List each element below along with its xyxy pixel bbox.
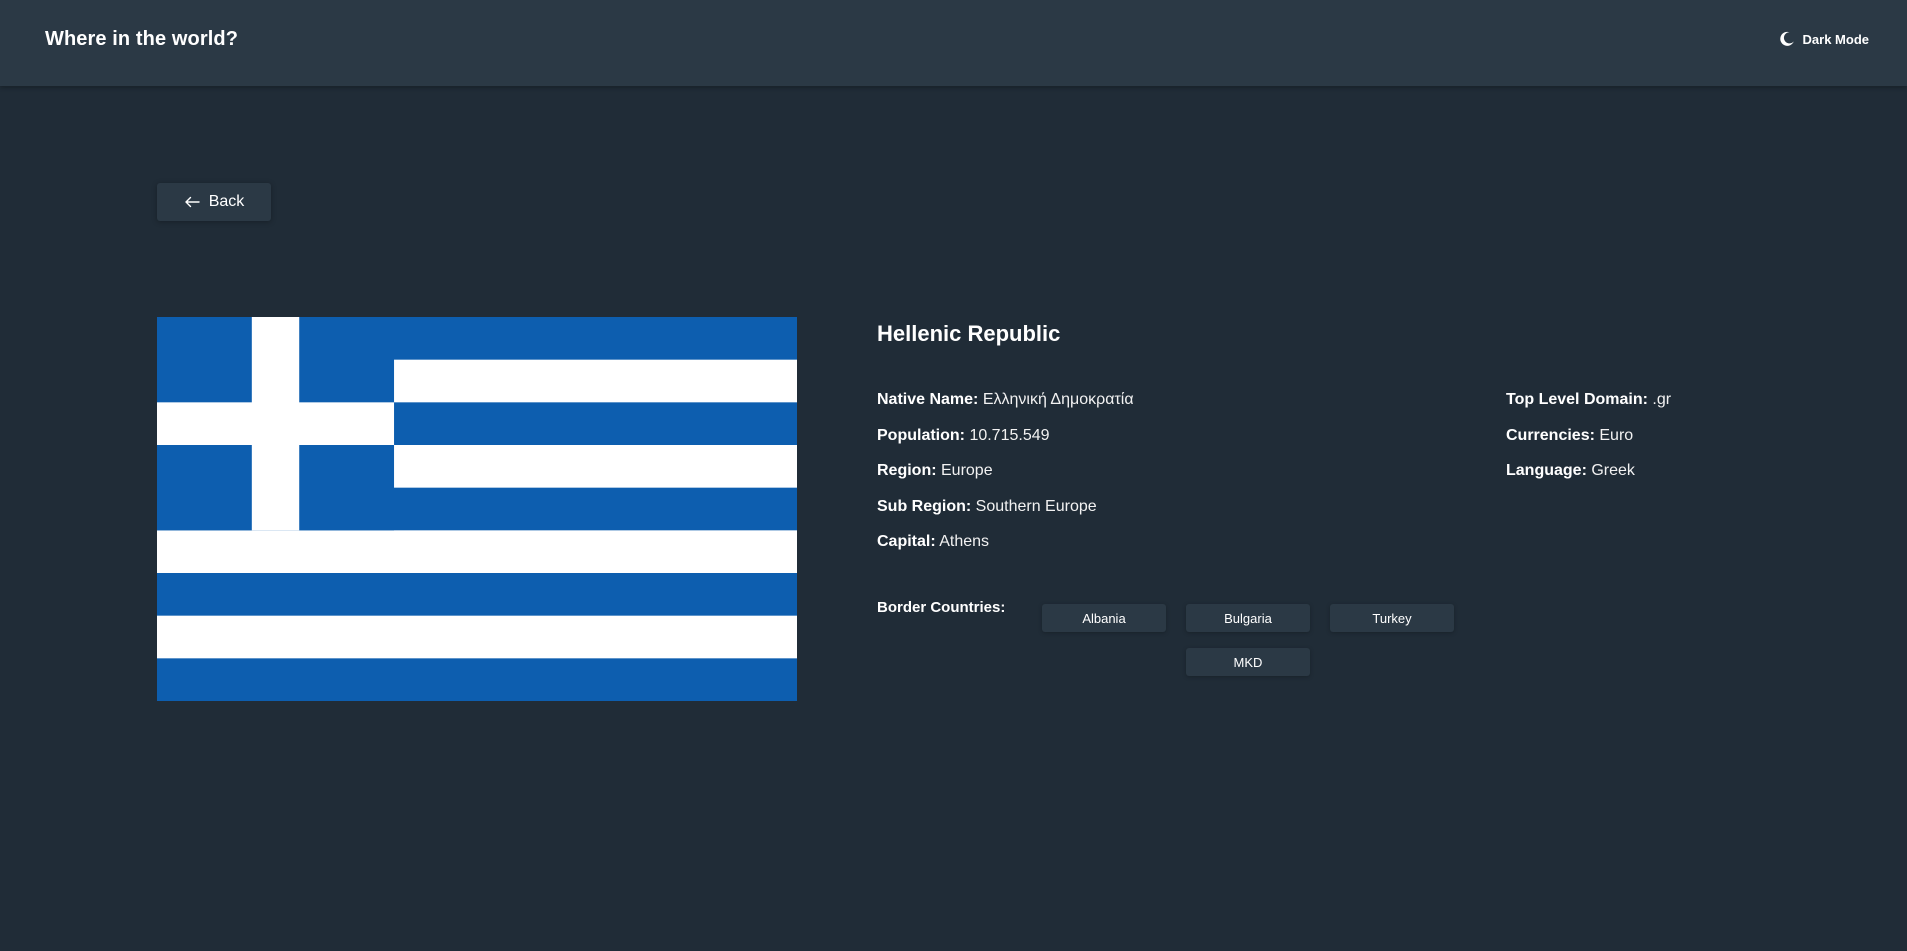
capital-label: Capital: [877, 533, 936, 550]
country-name: Hellenic Republic [877, 321, 1061, 346]
border-country-mkd[interactable]: MKD [1186, 648, 1310, 676]
currencies-value: Euro [1599, 426, 1634, 444]
top-level-domain-value: .gr [1652, 391, 1672, 408]
native-name-value: Ελληνική Δημοκρατία [982, 391, 1134, 408]
population-row: Population: 10.715.549 [877, 425, 1134, 461]
capital-row: Capital: Athens [877, 531, 1134, 567]
country-flag [157, 317, 797, 701]
region-label: Region: [877, 462, 937, 479]
currencies-label: Currencies: [1506, 426, 1595, 444]
back-label: Back [208, 193, 245, 210]
top-header: Where in the world? Dark Mode [0, 0, 1907, 86]
app-title: Where in the world? [45, 28, 239, 50]
sub-region-label: Sub Region: [877, 497, 972, 515]
region-row: Region: Europe [877, 460, 1134, 496]
sub-region-row: Sub Region: Southern Europe [877, 496, 1134, 532]
language-label: Language: [1506, 462, 1587, 479]
dark-mode-toggle[interactable]: Dark Mode [1779, 31, 1869, 47]
arrow-left-icon [184, 196, 200, 208]
sub-region-value: Southern Europe [975, 497, 1097, 515]
population-label: Population: [877, 426, 965, 444]
language-value: Greek [1591, 462, 1635, 479]
native-name-row: Native Name: Ελληνική Δημοκρατία [877, 389, 1134, 425]
language-row: Language: Greek [1506, 460, 1671, 496]
secondary-details: Top Level Domain: .gr Currencies: Euro L… [1506, 389, 1671, 496]
primary-details: Native Name: Ελληνική Δημοκρατία Populat… [877, 389, 1134, 567]
currencies-row: Currencies: Euro [1506, 425, 1671, 461]
population-value: 10.715.549 [969, 426, 1050, 444]
border-country-bulgaria[interactable]: Bulgaria [1186, 604, 1310, 632]
dark-mode-label: Dark Mode [1802, 31, 1869, 47]
moon-icon [1779, 31, 1795, 47]
top-level-domain-label: Top Level Domain: [1506, 391, 1648, 408]
greek-flag [157, 317, 797, 701]
capital-value: Athens [939, 533, 990, 550]
border-countries-label: Border Countries: [877, 599, 1006, 616]
border-country-albania[interactable]: Albania [1042, 604, 1166, 632]
border-country-turkey[interactable]: Turkey [1330, 604, 1454, 632]
back-button[interactable]: Back [157, 183, 271, 221]
native-name-label: Native Name: [877, 391, 979, 408]
region-value: Europe [941, 462, 993, 479]
top-level-domain-row: Top Level Domain: .gr [1506, 389, 1671, 425]
